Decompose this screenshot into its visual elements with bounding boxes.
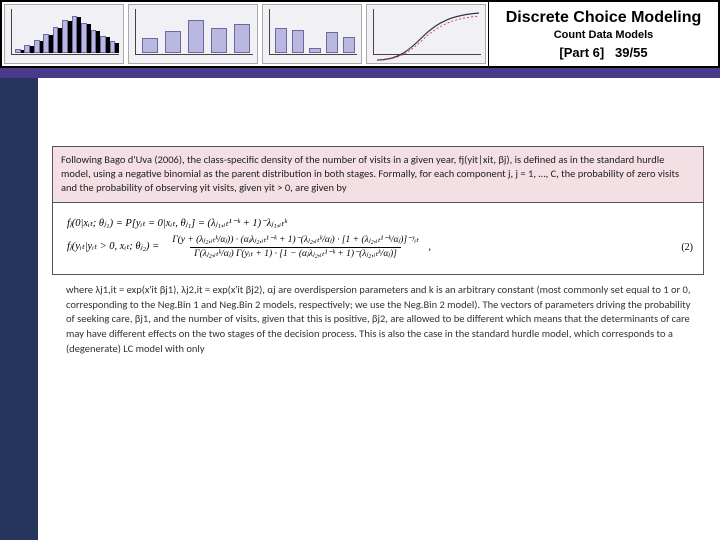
- eq-number: (2): [681, 241, 693, 254]
- equation-2: fⱼ(yᵢₜ|yᵢₜ > 0, xᵢₜ; θⱼ₂) = Γ(y + (λⱼ₂,ᵢ…: [67, 234, 693, 260]
- equation-block: fⱼ(0|xᵢₜ; θⱼ₁) = P[yᵢₜ = 0|xᵢₜ, θⱼ₁] = (…: [52, 203, 704, 275]
- followup-para: where λj1,it = exp(x′it βj1), λj2,it = e…: [52, 275, 704, 360]
- thumb-chart-1: [4, 4, 124, 64]
- title-block: Discrete Choice Modeling Count Data Mode…: [488, 2, 718, 66]
- eq2-lhs: fⱼ(yᵢₜ|yᵢₜ > 0, xᵢₜ; θⱼ₂) =: [67, 240, 159, 254]
- slide-body: Following Bago d'Uva (2006), the class-s…: [38, 78, 720, 540]
- thumb-chart-4: [366, 4, 486, 64]
- eq2-tail: ,: [428, 241, 431, 252]
- equation-1: fⱼ(0|xᵢₜ; θⱼ₁) = P[yᵢₜ = 0|xᵢₜ, θⱼ₁] = (…: [67, 217, 693, 231]
- slide-part: [Part 6] 39/55: [559, 45, 647, 60]
- eq2-denominator: Γ(λⱼ₂,ᵢₜᵏ/αⱼ) Γ(yᵢₜ + 1) · [1 − (αⱼλⱼ₂,ᵢ…: [190, 247, 401, 260]
- navy-sidebar: [0, 78, 38, 540]
- intro-box: Following Bago d'Uva (2006), the class-s…: [52, 146, 704, 203]
- header-bar: Discrete Choice Modeling Count Data Mode…: [0, 0, 720, 68]
- page-number: 39/55: [615, 45, 648, 60]
- header-charts: [2, 2, 488, 66]
- part-label: [Part 6]: [559, 45, 604, 60]
- eq2-fraction: Γ(y + (λⱼ₂,ᵢₜᵏ/αⱼ)) · (αⱼλⱼ₂,ᵢₜ¹⁻ᵏ + 1)⁻…: [168, 234, 423, 260]
- purple-stripe: [0, 68, 720, 78]
- slide-subtitle: Count Data Models: [554, 29, 654, 41]
- slide-title: Discrete Choice Modeling: [506, 9, 702, 27]
- sigmoid-curve-icon: [377, 11, 479, 62]
- eq2-numerator: Γ(y + (λⱼ₂,ᵢₜᵏ/αⱼ)) · (αⱼλⱼ₂,ᵢₜ¹⁻ᵏ + 1)⁻…: [168, 234, 423, 246]
- thumb-chart-2: [128, 4, 258, 64]
- eq1: fⱼ(0|xᵢₜ; θⱼ₁) = P[yᵢₜ = 0|xᵢₜ, θⱼ₁] = (…: [67, 217, 693, 231]
- followup-text: where λj1,it = exp(x′it βj1), λj2,it = e…: [66, 283, 691, 355]
- thumb-chart-3: [262, 4, 362, 64]
- eq2-rhs: Γ(y + (λⱼ₂,ᵢₜᵏ/αⱼ)) · (αⱼλⱼ₂,ᵢₜ¹⁻ᵏ + 1)⁻…: [165, 234, 673, 260]
- intro-text: Following Bago d'Uva (2006), the class-s…: [61, 153, 679, 194]
